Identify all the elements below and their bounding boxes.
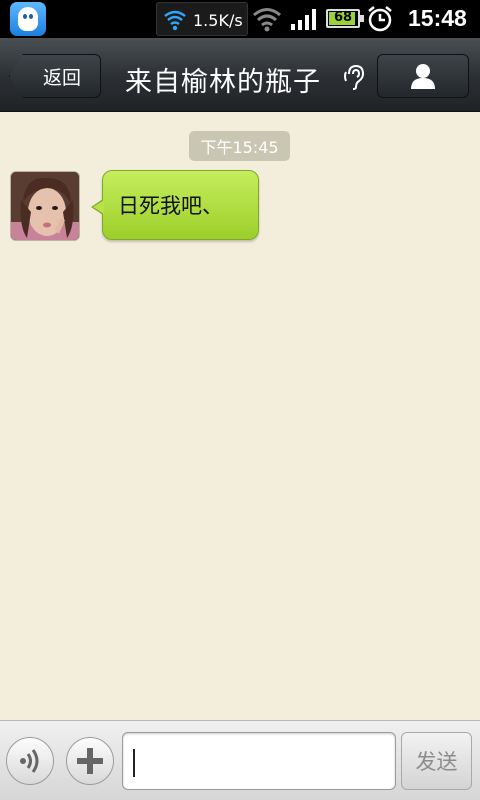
alarm-icon bbox=[368, 6, 392, 32]
message-input[interactable] bbox=[122, 732, 396, 790]
voice-button[interactable] bbox=[6, 737, 54, 785]
message-text: 日死我吧、 bbox=[118, 194, 223, 218]
page-title: 来自榆林的瓶子 bbox=[125, 67, 321, 98]
status-time: 15:48 bbox=[408, 5, 467, 31]
plus-icon bbox=[77, 748, 103, 774]
chat-area[interactable]: 下午15:45 日死我吧、 bbox=[0, 112, 480, 720]
text-caret bbox=[133, 749, 135, 777]
cell-signal-icon bbox=[291, 9, 316, 30]
send-button[interactable]: 发送 bbox=[401, 732, 472, 790]
voice-icon bbox=[20, 749, 39, 773]
plus-button[interactable] bbox=[66, 737, 114, 785]
message-bubble[interactable]: 日死我吧、 bbox=[91, 170, 259, 240]
battery-icon: 68 bbox=[326, 9, 364, 28]
title-bar: 返回 来自榆林的瓶子 bbox=[0, 38, 480, 112]
qq-app-icon[interactable] bbox=[10, 2, 46, 36]
net-speed-text: 1.5K/s bbox=[193, 11, 243, 30]
profile-icon bbox=[411, 64, 435, 89]
ear-icon[interactable] bbox=[343, 64, 367, 90]
back-button[interactable]: 返回 bbox=[9, 54, 101, 98]
network-speed-indicator: 1.5K/s bbox=[156, 2, 248, 36]
avatar[interactable] bbox=[10, 171, 80, 241]
message-timestamp: 下午15:45 bbox=[189, 131, 290, 161]
wifi-signal-icon bbox=[253, 8, 281, 32]
avatar-image bbox=[11, 172, 79, 240]
battery-level-text: 68 bbox=[333, 10, 353, 25]
wifi-icon bbox=[164, 10, 186, 31]
input-bar: 发送 bbox=[0, 720, 480, 800]
status-bar: 1.5K/s 68 15:48 bbox=[0, 0, 480, 38]
profile-button[interactable] bbox=[377, 54, 469, 98]
